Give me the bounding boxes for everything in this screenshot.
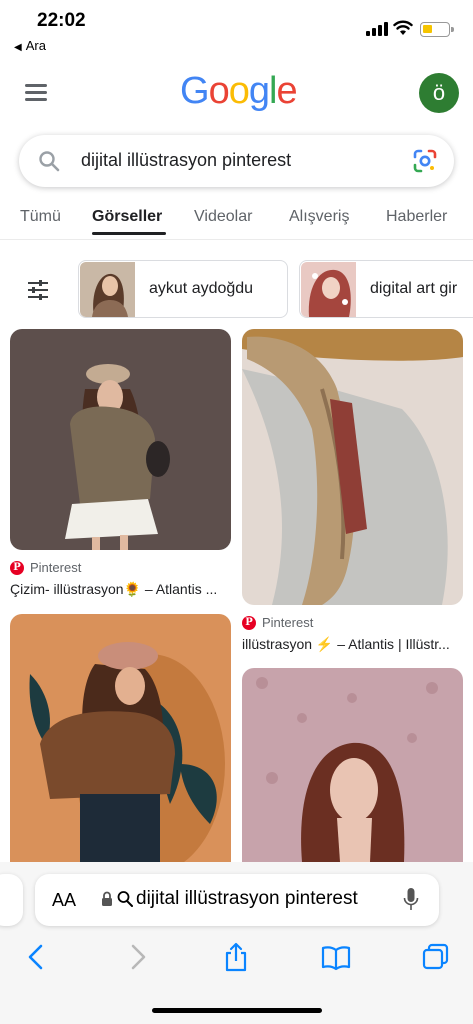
logo-letter: e [276, 70, 297, 112]
google-lens-icon[interactable] [412, 148, 438, 174]
result-source[interactable]: P Pinterest [242, 615, 313, 630]
google-logo[interactable]: Google [180, 70, 298, 113]
illustration-beret-leaves [10, 614, 231, 862]
logo-letter: o [228, 70, 250, 112]
result-image[interactable] [10, 329, 231, 550]
chip-thumbnail [80, 262, 135, 317]
illustration-long-hair [242, 668, 463, 862]
address-bar[interactable]: AA dijital illüstrasyon pinterest [35, 874, 439, 926]
tab-images[interactable]: Görseller [92, 208, 162, 226]
tab-shopping[interactable]: Alışveriş [289, 208, 349, 226]
wifi-icon [393, 20, 413, 35]
search-icon [117, 891, 133, 907]
result-source[interactable]: P Pinterest [10, 560, 81, 575]
status-bar: 22:02 ◀ Ara [0, 0, 473, 58]
pinterest-icon: P [10, 560, 24, 575]
browser-bottom-bar: AA dijital illüstrasyon pinterest [0, 862, 473, 1024]
lock-icon [102, 891, 112, 906]
suggestion-chip[interactable]: aykut aydoğdu [78, 260, 288, 318]
chip-thumbnail [301, 262, 356, 317]
clock: 22:02 [37, 10, 86, 31]
back-app-label: Ara [25, 38, 46, 53]
reader-options-button[interactable]: AA [52, 890, 76, 911]
battery-icon [420, 22, 454, 37]
share-icon[interactable] [221, 942, 251, 972]
search-box[interactable]: dijital illüstrasyon pinterest [19, 135, 454, 187]
illustration-girl-skirt [10, 329, 231, 550]
result-image[interactable] [242, 329, 463, 605]
bookmarks-icon[interactable] [321, 942, 351, 972]
search-query[interactable]: dijital illüstrasyon pinterest [81, 150, 291, 171]
aa-label: AA [52, 890, 77, 910]
chip-label: digital art gir [370, 280, 458, 297]
previous-tab-preview[interactable] [0, 874, 23, 926]
back-arrow-icon[interactable] [22, 942, 52, 972]
illustration-hat-ponytail [242, 329, 463, 605]
cellular-signal-icon [366, 22, 388, 36]
microphone-icon[interactable] [403, 887, 419, 913]
forward-arrow-icon[interactable] [122, 942, 152, 972]
result-caption[interactable]: Çizim- illüstrasyon🌻 – Atlantis ... [10, 581, 232, 598]
result-image[interactable] [10, 614, 231, 862]
logo-letter: l [268, 70, 278, 112]
account-avatar[interactable]: ö [419, 73, 459, 113]
logo-letter: o [208, 70, 230, 112]
logo-letter: G [180, 70, 210, 112]
logo-letter: g [248, 70, 270, 112]
chip-label: aykut aydoğdu [149, 280, 254, 297]
home-indicator[interactable] [152, 1008, 322, 1013]
result-caption[interactable]: illüstrasyon ⚡ – Atlantis | Illüstr... [242, 636, 464, 653]
suggestion-chip[interactable]: digital art gir [299, 260, 473, 318]
tab-all[interactable]: Tümü [20, 208, 61, 226]
address-text[interactable]: dijital illüstrasyon pinterest [136, 888, 358, 910]
search-icon[interactable] [37, 149, 61, 173]
hamburger-menu-icon[interactable] [25, 84, 47, 102]
source-name: Pinterest [30, 560, 82, 575]
pinterest-icon: P [242, 615, 256, 630]
tabs-icon[interactable] [421, 942, 451, 972]
tab-news[interactable]: Haberler [386, 208, 447, 226]
back-to-app-button[interactable]: ◀ Ara [14, 38, 46, 53]
active-tab-indicator [92, 232, 166, 235]
filter-settings-icon[interactable] [26, 278, 50, 302]
tab-videos[interactable]: Videolar [194, 208, 252, 226]
result-image[interactable] [242, 668, 463, 862]
source-name: Pinterest [262, 615, 314, 630]
search-tabs: Tümü Görseller Videolar Alışveriş Haberl… [0, 196, 473, 240]
back-triangle-icon: ◀ [14, 42, 22, 53]
